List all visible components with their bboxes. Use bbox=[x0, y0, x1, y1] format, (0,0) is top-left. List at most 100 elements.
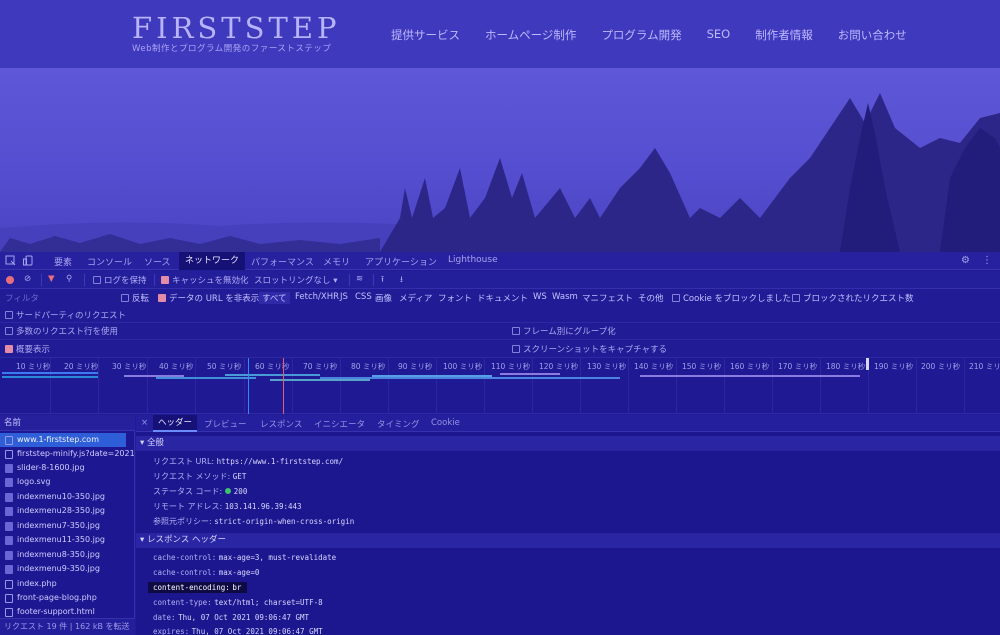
request-row[interactable]: indexmenu11-350.jpg bbox=[0, 533, 135, 547]
throttling-select[interactable]: スロットリングなし ▾ bbox=[254, 274, 338, 286]
hide-data-urls-checkbox[interactable]: データの URL を非表示 bbox=[158, 292, 259, 304]
close-details-icon[interactable]: × bbox=[141, 418, 148, 428]
nav-item-services[interactable]: 提供サービス bbox=[391, 27, 460, 43]
options-row-2: 概要表示 スクリーンショットをキャプチャする bbox=[0, 341, 1000, 358]
tab-performance[interactable]: パフォーマンス bbox=[251, 255, 314, 268]
record-icon[interactable] bbox=[6, 276, 14, 284]
invert-checkbox[interactable]: 反転 bbox=[121, 292, 149, 304]
big-rows-checkbox[interactable]: 多数のリクエスト行を使用 bbox=[5, 325, 118, 337]
timeline-tick: 130 ミリ秒 bbox=[587, 362, 627, 371]
import-har-icon[interactable]: ⭱ bbox=[381, 274, 384, 288]
filter-type-css[interactable]: CSS bbox=[355, 292, 372, 302]
request-row[interactable]: indexmenu10-350.jpg bbox=[0, 490, 135, 504]
header-value: 103.141.96.39:443 bbox=[224, 502, 302, 511]
blocked-requests-checkbox[interactable]: ブロックされたリクエスト数 bbox=[792, 292, 914, 304]
tab-response[interactable]: レスポンス bbox=[260, 418, 302, 430]
filter-type-other[interactable]: その他 bbox=[638, 292, 664, 304]
nav-item-seo[interactable]: SEO bbox=[707, 27, 731, 43]
tab-headers[interactable]: ヘッダー bbox=[153, 415, 198, 432]
request-name: indexmenu8-350.jpg bbox=[17, 550, 100, 559]
request-name: indexmenu7-350.jpg bbox=[17, 521, 100, 530]
timeline-tick: 60 ミリ秒 bbox=[255, 362, 290, 371]
filter-icon[interactable]: ▼ bbox=[48, 274, 55, 284]
nav-item-contact[interactable]: お問い合わせ bbox=[838, 27, 907, 43]
header-value: max-age=3, must-revalidate bbox=[218, 553, 337, 562]
clear-icon[interactable]: ⊘ bbox=[24, 274, 31, 284]
filter-type-js[interactable]: JS bbox=[340, 292, 348, 302]
request-row[interactable]: www.1-firststep.com bbox=[0, 433, 126, 447]
blocked-cookies-checkbox[interactable]: Cookie をブロックしました bbox=[672, 292, 791, 304]
response-header-row: cache-control: max-age=0 bbox=[153, 568, 259, 577]
nav-item-homepage[interactable]: ホームページ制作 bbox=[485, 27, 576, 43]
request-row[interactable]: front-page-blog.php bbox=[0, 591, 135, 605]
tab-cookies[interactable]: Cookie bbox=[431, 418, 460, 428]
tab-application[interactable]: アプリケーション bbox=[365, 255, 437, 268]
header-key: expires: bbox=[153, 627, 190, 635]
tab-timing[interactable]: タイミング bbox=[377, 418, 420, 430]
image-file-icon bbox=[5, 464, 13, 473]
nav-item-programs[interactable]: プログラム開発 bbox=[601, 27, 681, 43]
tab-console[interactable]: コンソール bbox=[87, 255, 132, 268]
nav-item-author[interactable]: 制作者情報 bbox=[755, 27, 813, 43]
network-conditions-icon[interactable]: ≋ bbox=[356, 274, 363, 284]
timeline-handle[interactable] bbox=[866, 358, 869, 370]
timeline-tick: 40 ミリ秒 bbox=[159, 362, 194, 371]
timeline-tick: 10 ミリ秒 bbox=[16, 362, 51, 371]
tab-initiator[interactable]: イニシエータ bbox=[314, 418, 365, 430]
filter-type-doc[interactable]: ドキュメント bbox=[477, 292, 528, 304]
search-icon[interactable]: ⚲ bbox=[66, 274, 72, 284]
tab-sources[interactable]: ソース bbox=[144, 255, 171, 268]
request-row[interactable]: index.php bbox=[0, 577, 135, 591]
filter-type-manifest[interactable]: マニフェスト bbox=[582, 292, 633, 304]
request-row[interactable]: footer-support.html bbox=[0, 605, 135, 619]
group-by-frame-checkbox[interactable]: フレーム別にグループ化 bbox=[512, 325, 616, 337]
general-row: 参照元ポリシー: strict-origin-when-cross-origin bbox=[153, 516, 354, 527]
request-row[interactable]: indexmenu28-350.jpg bbox=[0, 504, 135, 518]
request-row[interactable]: indexmenu9-350.jpg bbox=[0, 562, 135, 576]
tab-memory[interactable]: メモリ bbox=[323, 255, 350, 268]
general-row: ステータス コード: 200 bbox=[153, 486, 247, 497]
filter-type-font[interactable]: フォント bbox=[438, 292, 472, 304]
preserve-log-checkbox[interactable]: ログを保持 bbox=[93, 274, 147, 286]
request-row[interactable]: logo.svg bbox=[0, 475, 135, 489]
request-row[interactable]: indexmenu8-350.jpg bbox=[0, 548, 135, 562]
filter-type-all[interactable]: すべて bbox=[259, 292, 290, 304]
filter-type-media[interactable]: メディア bbox=[399, 292, 432, 304]
general-section-header[interactable]: ▾ 全般 bbox=[136, 436, 1000, 451]
disable-cache-checkbox[interactable]: キャッシュを無効化 bbox=[161, 274, 249, 286]
timeline-tick: 210 ミリ秒 bbox=[969, 362, 1000, 371]
response-headers-section-header[interactable]: ▾ レスポンス ヘッダー bbox=[136, 533, 1000, 548]
tab-network[interactable]: ネットワーク bbox=[179, 252, 246, 270]
filter-input[interactable]: フィルタ bbox=[5, 292, 39, 304]
tab-lighthouse[interactable]: Lighthouse bbox=[448, 255, 498, 265]
filter-type-img[interactable]: 画像 bbox=[375, 292, 392, 304]
group-by-frame-label: フレーム別にグループ化 bbox=[523, 327, 616, 337]
more-menu-icon[interactable]: ⋮ bbox=[982, 255, 992, 266]
header-value: https://www.1-firststep.com/ bbox=[216, 457, 344, 466]
request-list: 名前 www.1-firststep.com firststep-minify.… bbox=[0, 415, 135, 635]
header-key: リクエスト メソッド: bbox=[153, 472, 231, 481]
export-har-icon[interactable]: ⭳ bbox=[400, 274, 403, 288]
overview-checkbox[interactable]: 概要表示 bbox=[5, 343, 50, 355]
request-row[interactable]: indexmenu7-350.jpg bbox=[0, 519, 135, 533]
tab-preview[interactable]: プレビュー bbox=[204, 418, 247, 430]
filter-type-xhr[interactable]: Fetch/XHR bbox=[295, 292, 339, 302]
filter-type-wasm[interactable]: Wasm bbox=[552, 292, 578, 302]
timeline-tick: 100 ミリ秒 bbox=[443, 362, 483, 371]
screenshots-checkbox[interactable]: スクリーンショットをキャプチャする bbox=[512, 343, 667, 355]
third-party-checkbox[interactable]: サードパーティのリクエスト bbox=[5, 309, 126, 321]
request-row[interactable]: slider-8-1600.jpg bbox=[0, 461, 135, 475]
site-logo[interactable]: FIRSTSTEP bbox=[132, 11, 341, 45]
request-list-header[interactable]: 名前 bbox=[0, 415, 135, 431]
settings-gear-icon[interactable]: ⚙ bbox=[961, 255, 970, 266]
big-rows-label: 多数のリクエスト行を使用 bbox=[16, 327, 119, 337]
device-toggle-icon[interactable] bbox=[23, 255, 34, 269]
network-overview-timeline[interactable]: 10 ミリ秒 20 ミリ秒 30 ミリ秒 40 ミリ秒 50 ミリ秒 60 ミリ… bbox=[0, 358, 1000, 414]
request-row[interactable]: firststep-minify.js?date=2021... bbox=[0, 447, 135, 461]
inspect-icon[interactable] bbox=[5, 255, 16, 269]
filter-type-ws[interactable]: WS bbox=[533, 292, 547, 302]
timeline-tick: 110 ミリ秒 bbox=[491, 362, 531, 371]
tab-elements[interactable]: 要素 bbox=[54, 255, 72, 268]
header-key: cache-control: bbox=[153, 568, 217, 577]
blocked-cookies-label: Cookie をブロックしました bbox=[683, 294, 792, 304]
